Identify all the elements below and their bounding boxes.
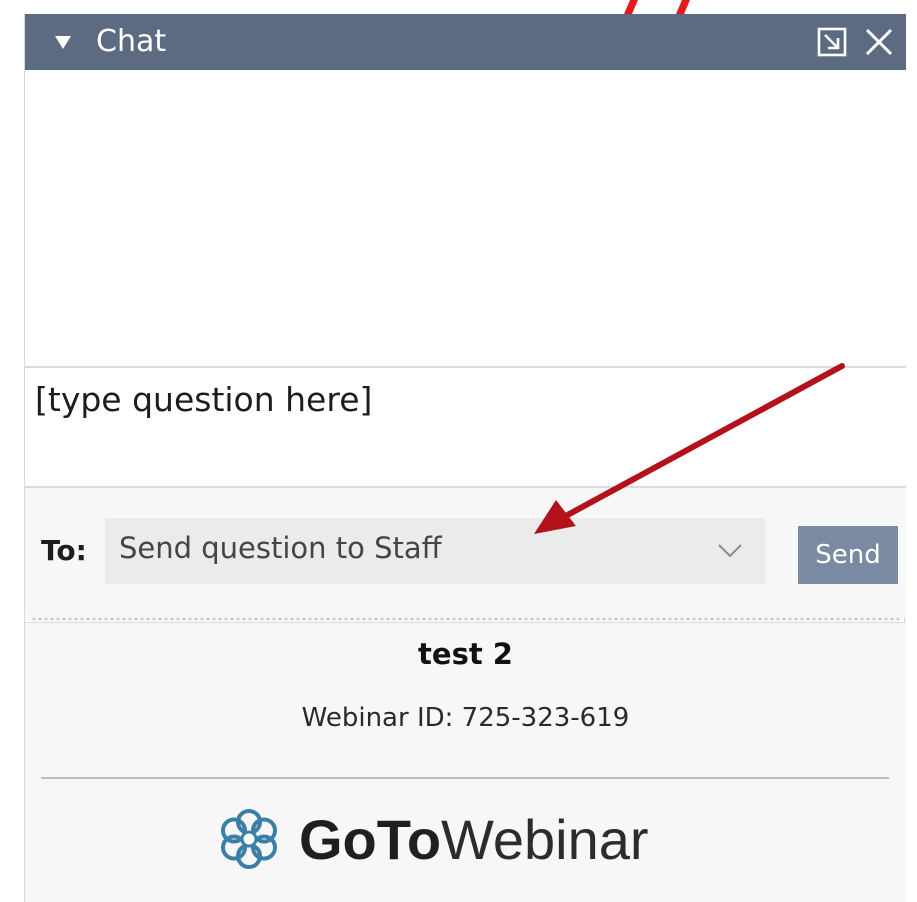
- triangle-down-icon[interactable]: [55, 36, 71, 50]
- cropped-red-annotation: [620, 0, 710, 14]
- close-icon[interactable]: [863, 26, 895, 58]
- recipient-selected-value: Send question to Staff: [119, 531, 442, 565]
- send-button[interactable]: Send: [798, 526, 898, 584]
- brand-wordmark: GoToWebinar: [299, 803, 649, 877]
- gotowebinar-logo-icon: [221, 809, 277, 869]
- chat-title: Chat: [96, 24, 167, 59]
- popout-icon[interactable]: [816, 26, 848, 58]
- webinar-info-footer: test 2 Webinar ID: 725-323-619 GoToWebin…: [25, 622, 906, 902]
- brand-light: Webinar: [441, 808, 649, 871]
- chat-messages-area: [25, 70, 906, 366]
- gotowebinar-logo: GoToWebinar: [217, 803, 717, 883]
- recipient-dropdown[interactable]: Send question to Staff: [105, 518, 765, 584]
- webinar-id: Webinar ID: 725-323-619: [301, 703, 630, 733]
- chat-header: Chat: [25, 14, 906, 70]
- chat-panel: Chat To: Send question to Staff Send tes…: [24, 14, 906, 902]
- chevron-down-icon: [718, 544, 742, 558]
- to-label: To:: [41, 534, 87, 567]
- brand-bold: GoTo: [299, 808, 442, 871]
- question-input[interactable]: [25, 368, 906, 486]
- divider: [41, 777, 889, 779]
- recipient-row: To: Send question to Staff Send: [25, 488, 906, 622]
- webinar-title: test 2: [418, 637, 513, 671]
